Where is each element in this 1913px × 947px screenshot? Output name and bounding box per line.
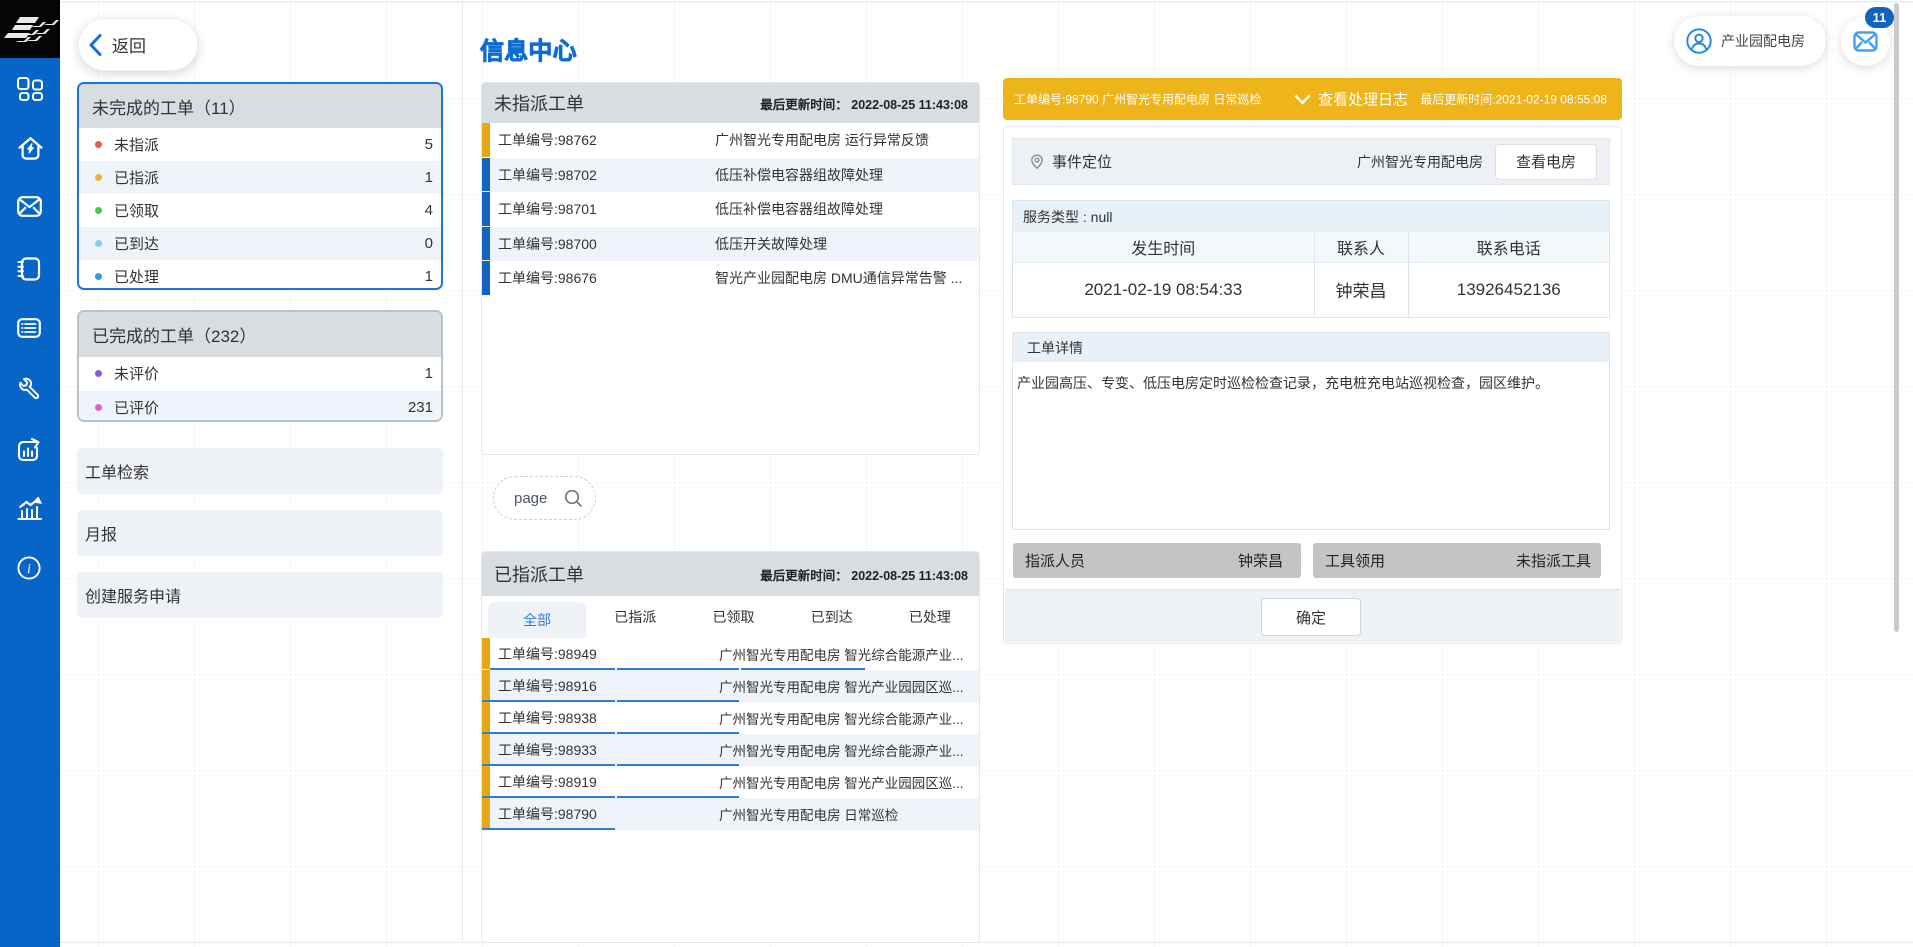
- svg-text:i: i: [27, 562, 31, 577]
